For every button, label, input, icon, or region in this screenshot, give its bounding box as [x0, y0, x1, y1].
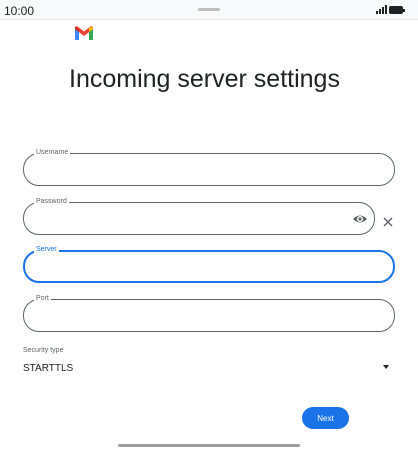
password-label: Password	[34, 197, 69, 207]
eye-icon[interactable]	[352, 212, 368, 226]
status-pill	[198, 8, 220, 11]
gmail-logo-icon	[75, 26, 93, 40]
password-field[interactable]: Password	[23, 197, 375, 235]
username-input[interactable]	[36, 162, 336, 178]
signal-icon	[376, 5, 387, 14]
server-label: Server	[34, 245, 59, 255]
status-time: 10:00	[4, 4, 35, 18]
port-field[interactable]: Port	[23, 294, 395, 332]
security-type-dropdown[interactable]: STARTTLS	[23, 360, 395, 378]
username-field[interactable]: Username	[23, 148, 395, 186]
server-field[interactable]: Server	[23, 245, 395, 283]
server-input[interactable]	[37, 260, 337, 276]
security-type-label: Security type	[23, 347, 64, 354]
username-label: Username	[34, 148, 71, 158]
close-icon[interactable]	[382, 216, 394, 228]
status-bar: 10:00	[0, 0, 418, 20]
password-input[interactable]	[36, 211, 336, 227]
battery-icon	[389, 6, 405, 14]
page-title: Incoming server settings	[69, 65, 340, 93]
security-type-value: STARTTLS	[23, 363, 74, 374]
port-input[interactable]	[36, 308, 336, 324]
navigation-handle[interactable]	[118, 444, 300, 447]
dropdown-arrow-icon	[383, 365, 389, 369]
port-label: Port	[34, 294, 51, 304]
next-button[interactable]: Next	[302, 407, 349, 429]
